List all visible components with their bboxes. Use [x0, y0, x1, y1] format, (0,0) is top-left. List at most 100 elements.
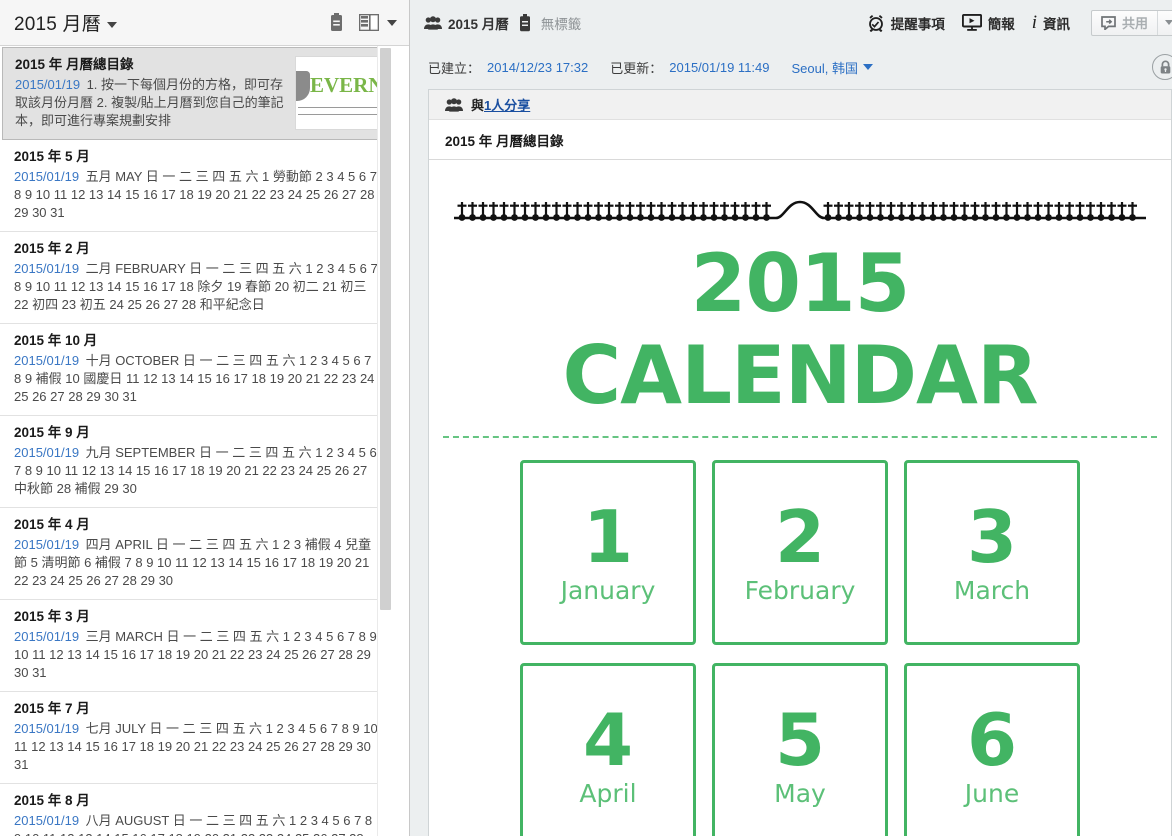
tag-label[interactable]: 無標籤 [541, 13, 582, 33]
tag-icon[interactable] [519, 13, 531, 32]
calendar-month-name: June [964, 778, 1020, 808]
note-list-item-snippet: 2015/01/19 四月 APRIL 日 一 二 三 四 五 六 1 2 3 … [14, 537, 372, 588]
note-list-item-title: 2015 年 10 月 [14, 333, 98, 348]
calendar-month-name: March [953, 575, 1031, 605]
note-list-item-date: 2015/01/19 [14, 721, 80, 736]
note-list-scrollbar[interactable] [377, 46, 392, 836]
note-list-item-title: 2015 年 2 月 [14, 241, 90, 256]
info-label: 資訊 [1042, 16, 1070, 32]
note-list-item-date: 2015/01/19 [14, 537, 80, 552]
note-list-item[interactable]: 2015 年 3 月 2015/01/19 三月 MARCH 日 一 二 三 四 … [0, 600, 392, 692]
calendar-title: 2015 CALENDAR [562, 237, 1038, 422]
lock-icon [1159, 60, 1172, 75]
note-list-scrollbar-thumb[interactable] [380, 48, 391, 610]
presentation-label: 簡報 [987, 16, 1015, 32]
note-list-item-title: 2015 年 5 月 [14, 149, 90, 164]
note-list-item-snippet: 2015/01/19 三月 MARCH 日 一 二 三 四 五 六 1 2 3 … [14, 629, 377, 680]
note-editor-panel: 2015 月曆 無標籤 提醒事項 簡報 i 資訊 共用 已建立： 2014/12… [410, 0, 1172, 836]
calendar-month-box[interactable]: 2 February [712, 460, 888, 645]
calendar-month-number: 1 [582, 494, 634, 579]
share-button-group[interactable]: 共用 [1090, 9, 1172, 36]
note-list-panel: 2015 月曆 2015 年 月曆總目錄 2015/01/19 1. 按一下每個… [0, 0, 410, 836]
note-list-item-thumbnail: EVERN [295, 56, 381, 130]
calendar-month-name: January [560, 575, 656, 605]
note-content-card: 與 1人分享 2015 年 月曆總目錄 2015 CALENDAR 1 Januar… [428, 89, 1172, 836]
share-bar-prefix: 與 [471, 98, 485, 113]
note-list-item-date: 2015/01/19 [14, 169, 80, 184]
note-list-header-tools [330, 13, 397, 32]
evernote-logo-icon [296, 71, 310, 101]
calendar-month-box[interactable]: 6 June [904, 663, 1080, 836]
chevron-down-icon[interactable] [862, 64, 873, 70]
thumbnail-rule [298, 114, 378, 115]
location-value[interactable]: Seoul, 韩国 [792, 58, 858, 77]
calendar-month-number: 6 [966, 697, 1018, 782]
calendar-month-box[interactable]: 1 January [520, 460, 696, 645]
note-list-item[interactable]: 2015 年 9 月 2015/01/19 九月 SEPTEMBER 日 一 二 … [0, 416, 392, 508]
updated-value[interactable]: 2015/01/19 11:49 [669, 60, 769, 75]
note-list[interactable]: 2015 年 月曆總目錄 2015/01/19 1. 按一下每個月份的方格，即可存… [0, 46, 392, 836]
note-icon[interactable] [330, 13, 343, 32]
note-toolbar: 2015 月曆 無標籤 提醒事項 簡報 i 資訊 共用 [410, 0, 1172, 45]
calendar-month-name: February [744, 575, 856, 605]
calendar-month-number: 3 [966, 494, 1018, 579]
spiral-binding-decoration [454, 196, 1146, 226]
notebook-title[interactable]: 2015 月曆 [14, 9, 117, 36]
info-italic-icon: i [1031, 12, 1037, 33]
notebook-shared-icon[interactable] [424, 15, 442, 30]
note-list-item[interactable]: 2015 年 月曆總目錄 2015/01/19 1. 按一下每個月份的方格，即可存… [2, 47, 390, 140]
note-list-item[interactable]: 2015 年 5 月 2015/01/19 五月 MAY 日 一 二 三 四 五 … [0, 140, 392, 232]
note-list-item[interactable]: 2015 年 7 月 2015/01/19 七月 JULY 日 一 二 三 四 五… [0, 692, 392, 784]
thumbnail-rule [298, 107, 378, 108]
calendar-month-number: 4 [582, 697, 634, 782]
note-list-item-date: 2015/01/19 [14, 813, 80, 828]
share-bar-link[interactable]: 1人分享 [484, 95, 530, 114]
people-icon [445, 97, 463, 112]
chevron-down-icon [1164, 20, 1172, 25]
lock-badge[interactable] [1152, 54, 1172, 80]
note-list-item-date: 2015/01/19 [15, 77, 81, 92]
note-list-item-snippet: 2015/01/19 九月 SEPTEMBER 日 一 二 三 四 五 六 1 … [14, 445, 377, 496]
created-label: 已建立： [428, 60, 481, 76]
info-button[interactable]: i 資訊 [1032, 13, 1070, 33]
alarm-clock-icon [867, 14, 885, 32]
reminder-label: 提醒事項 [890, 16, 945, 32]
note-list-item-snippet: 2015/01/19 二月 FEBRUARY 日 一 二 三 四 五 六 1 2… [14, 261, 378, 312]
note-heading[interactable]: 2015 年 月曆總目錄 [429, 120, 1171, 160]
note-list-item-date: 2015/01/19 [14, 629, 80, 644]
note-list-item-date: 2015/01/19 [14, 445, 80, 460]
presentation-button[interactable]: 簡報 [961, 13, 1015, 33]
calendar-month-grid[interactable]: 1January2February3March4April5May6June7J… [520, 460, 1080, 836]
note-list-item-date: 2015/01/19 [14, 353, 80, 368]
note-list-item[interactable]: 2015 年 2 月 2015/01/19 二月 FEBRUARY 日 一 二 三… [0, 232, 392, 324]
toolbar-actions: 提醒事項 簡報 i 資訊 共用 [867, 9, 1172, 36]
note-list-item[interactable]: 2015 年 8 月 2015/01/19 八月 AUGUST 日 一 二 三 四… [0, 784, 392, 836]
notebook-name[interactable]: 2015 月曆 [448, 13, 509, 33]
note-list-item[interactable]: 2015 年 4 月 2015/01/19 四月 APRIL 日 一 二 三 四 … [0, 508, 392, 600]
share-button[interactable]: 共用 [1092, 11, 1157, 35]
chevron-down-icon[interactable] [387, 19, 397, 26]
notebook-title-text: 2015 月曆 [14, 14, 101, 35]
share-icon [1101, 15, 1116, 31]
note-list-item-title: 2015 年 9 月 [14, 425, 90, 440]
spiral-binding-svg [454, 200, 1146, 221]
calendar-month-name: May [774, 778, 826, 808]
list-view-icon[interactable] [358, 13, 380, 32]
presentation-icon [961, 13, 982, 31]
note-meta-bar: 已建立： 2014/12/23 17:32 已更新： 2015/01/19 11… [410, 45, 1172, 89]
calendar-month-box[interactable]: 3 March [904, 460, 1080, 645]
thumbnail-word: EVERN [310, 73, 381, 97]
chevron-down-icon[interactable] [106, 21, 117, 28]
note-list-item-snippet: 2015/01/19 十月 OCTOBER 日 一 二 三 四 五 六 1 2 … [14, 353, 375, 404]
note-body[interactable]: 2015 CALENDAR 1 January 2 February 3 March 4 Ap… [429, 160, 1171, 836]
reminder-button[interactable]: 提醒事項 [867, 13, 945, 33]
calendar-artwork: 2015 CALENDAR 1 January 2 February 3 March 4 Ap… [429, 160, 1171, 836]
note-list-item-title: 2015 年 8 月 [14, 793, 90, 808]
calendar-month-number: 2 [774, 494, 826, 579]
calendar-month-box[interactable]: 4 April [520, 663, 696, 836]
note-share-bar: 與 1人分享 [429, 90, 1171, 120]
calendar-month-box[interactable]: 5 May [712, 663, 888, 836]
share-dropdown-toggle[interactable] [1157, 10, 1172, 35]
note-list-item[interactable]: 2015 年 10 月 2015/01/19 十月 OCTOBER 日 一 二 三… [0, 324, 392, 416]
created-value[interactable]: 2014/12/23 17:32 [487, 60, 588, 75]
